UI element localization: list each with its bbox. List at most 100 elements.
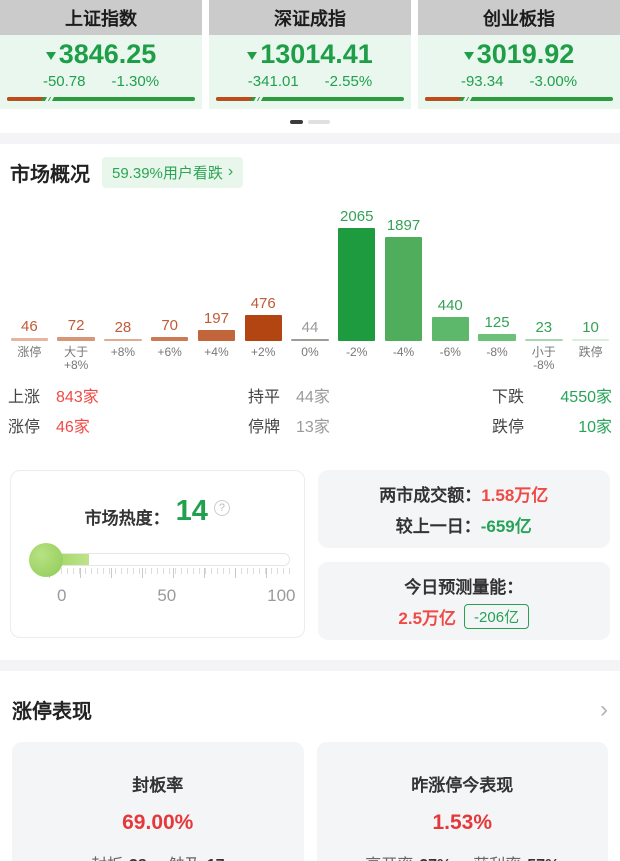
forecast-line: 2.5万亿 -206亿 xyxy=(398,604,529,629)
turnover-card: 两市成交额： 1.58万亿 较上一日： -659亿 xyxy=(318,470,611,548)
stat-value: 27% xyxy=(419,857,451,861)
index-trend-bar xyxy=(425,97,613,101)
bar-value-label: 476 xyxy=(251,295,276,312)
index-cards-row: 上证指数 3846.25 -50.78 -1.30% 深证成指 xyxy=(0,0,620,109)
bar-axis-label: +2% xyxy=(240,346,287,374)
chevron-right-icon[interactable]: › xyxy=(600,698,608,722)
bar-slot: 23 xyxy=(520,319,567,341)
scale-mid: 50 xyxy=(157,586,176,606)
turnover-value: 1.58万亿 xyxy=(481,481,548,506)
turnover-label: 两市成交额： xyxy=(379,481,481,506)
stat-advancers: 上涨 843家 xyxy=(8,383,248,407)
help-icon[interactable]: ? xyxy=(214,500,230,516)
card-value: 69.00% xyxy=(12,811,304,835)
index-value: 3019.92 xyxy=(477,40,575,70)
bar xyxy=(104,339,141,341)
scale-min: 0 xyxy=(57,586,66,606)
overview-header: 市场概况 59.39%用户看跌 › xyxy=(0,157,620,188)
stat-label: 下跌 xyxy=(492,383,524,407)
seal-rate-card: 封板率 69.00% 封板38 触及17 xyxy=(12,742,304,861)
card-stats: 封板38 触及17 xyxy=(12,851,304,861)
turnover-diff-label: 较上一日： xyxy=(396,512,481,537)
forecast-label: 今日预测量能： xyxy=(404,573,523,598)
stat-pair: 封板38 xyxy=(91,851,147,861)
index-price: 13014.41 xyxy=(213,40,407,70)
index-change-pct: -2.55% xyxy=(325,73,373,90)
side-column: 两市成交额： 1.58万亿 较上一日： -659亿 今日预测量能： 2.5万亿 … xyxy=(318,470,611,640)
index-card-shenzhen[interactable]: 深证成指 13014.41 -341.01 -2.55% xyxy=(209,0,411,109)
forecast-card: 今日预测量能： 2.5万亿 -206亿 xyxy=(318,562,611,640)
stat-pair: 高开率27% xyxy=(365,851,451,861)
bar-axis-label: +8% xyxy=(100,346,147,374)
sentiment-badge[interactable]: 59.39%用户看跌 › xyxy=(102,157,243,188)
card-stats: 高开率27% 获利率57% xyxy=(317,851,609,861)
stat-value: 46家 xyxy=(56,413,90,437)
bar-slot: 10 xyxy=(567,319,614,341)
bar-slot: 70 xyxy=(146,317,193,341)
page-dot-active[interactable] xyxy=(290,120,303,124)
index-change: -93.34 -3.00% xyxy=(422,73,616,90)
bar-axis-label: 跌停 xyxy=(567,346,614,374)
index-body: 3846.25 -50.78 -1.30% xyxy=(0,35,202,109)
stat-value: 10家 xyxy=(540,413,612,437)
index-card-shanghai[interactable]: 上证指数 3846.25 -50.78 -1.30% xyxy=(0,0,202,109)
index-trend-bar xyxy=(7,97,195,101)
stat-value: 13家 xyxy=(296,413,330,437)
stat-label: 跌停 xyxy=(492,413,524,437)
stat-unchanged: 持平 44家 xyxy=(248,383,488,407)
heat-label: 市场热度： xyxy=(85,504,170,529)
index-title: 深证成指 xyxy=(209,0,411,35)
bar-axis-label: 大于 +8% xyxy=(53,346,100,374)
chevron-right-icon: › xyxy=(228,164,233,180)
index-title: 创业板指 xyxy=(418,0,620,35)
bar-axis-label: -4% xyxy=(380,346,427,374)
bar-axis: 涨停大于 +8%+8%+6%+4%+2%0%-2%-4%-6%-8%小于 -8%… xyxy=(0,346,620,374)
section-title: 市场概况 xyxy=(10,158,90,187)
section-divider xyxy=(0,133,620,144)
sentiment-badge-text: 59.39%用户看跌 xyxy=(112,162,223,183)
bar-axis-label: -2% xyxy=(333,346,380,374)
bar xyxy=(338,228,375,341)
bar-value-label: 70 xyxy=(161,317,178,334)
down-triangle-icon xyxy=(464,52,474,60)
index-body: 3019.92 -93.34 -3.00% xyxy=(418,35,620,109)
index-change: -50.78 -1.30% xyxy=(4,73,198,90)
bar-slot: 46 xyxy=(6,318,53,341)
bar xyxy=(198,330,235,341)
bar-axis-label: 小于 -8% xyxy=(520,346,567,374)
bar xyxy=(572,339,609,341)
bar-axis-label: 0% xyxy=(287,346,334,374)
bar xyxy=(245,315,282,341)
stat-value: 44家 xyxy=(296,383,330,407)
bar-value-label: 197 xyxy=(204,310,229,327)
index-card-chinext[interactable]: 创业板指 3019.92 -93.34 -3.00% xyxy=(418,0,620,109)
stat-value: 17 xyxy=(207,857,225,861)
bar xyxy=(57,337,94,341)
page-dot[interactable] xyxy=(308,120,330,124)
forecast-value: 2.5万亿 xyxy=(398,604,456,629)
turnover-diff-value: -659亿 xyxy=(481,512,532,537)
bar-value-label: 23 xyxy=(535,319,552,336)
stat-limit-down: 跌停 10家 xyxy=(488,413,612,437)
stat-label: 上涨 xyxy=(8,383,40,407)
bar-slot: 440 xyxy=(427,297,474,341)
bar-value-label: 440 xyxy=(438,297,463,314)
bar-axis-label: 涨停 xyxy=(6,346,53,374)
stat-label: 获利率 xyxy=(473,857,521,861)
heat-title: 市场热度： 14 ? xyxy=(11,497,304,529)
bar-value-label: 44 xyxy=(302,319,319,336)
index-change-pct: -1.30% xyxy=(112,73,160,90)
bar-axis-label: -8% xyxy=(474,346,521,374)
bar xyxy=(525,339,562,341)
card-value: 1.53% xyxy=(317,811,609,835)
bar-value-label: 1897 xyxy=(387,217,420,234)
trend-bar-red xyxy=(216,97,254,101)
bar xyxy=(291,339,328,341)
market-heat-card: 市场热度： 14 ? 0 50 100 xyxy=(10,470,305,638)
stat-decliners: 下跌 4550家 xyxy=(488,383,612,407)
turnover-line2: 较上一日： -659亿 xyxy=(396,512,532,537)
stat-label: 停牌 xyxy=(248,413,280,437)
turnover-line1: 两市成交额： 1.58万亿 xyxy=(379,481,548,506)
heat-gauge-ticks xyxy=(49,568,290,578)
bar-slot: 2065 xyxy=(333,208,380,341)
